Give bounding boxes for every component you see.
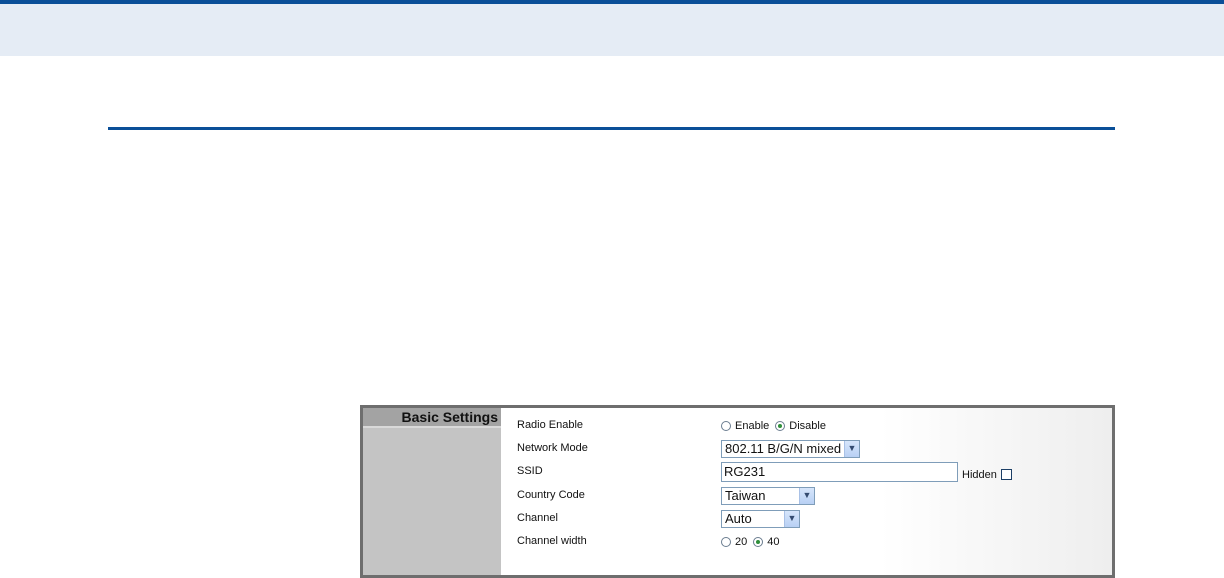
ssid-hidden-label: Hidden bbox=[962, 468, 997, 481]
top-banner bbox=[0, 0, 1224, 56]
panel-sidebar: Basic Settings bbox=[363, 408, 501, 575]
title-divider bbox=[108, 127, 1115, 130]
country-code-control: Taiwan ▼ bbox=[721, 484, 815, 507]
country-code-label: Country Code bbox=[517, 489, 585, 501]
network-mode-label: Network Mode bbox=[517, 442, 588, 454]
channel-width-control: 20 40 bbox=[721, 530, 786, 553]
ssid-hidden-checkbox[interactable] bbox=[1000, 469, 1012, 480]
section-title: Basic Settings bbox=[363, 408, 501, 428]
radio-enable-option-enable-label: Enable bbox=[735, 419, 770, 432]
network-mode-control: 802.11 B/G/N mixed ▼ bbox=[721, 437, 860, 460]
channel-select[interactable]: Auto ▼ bbox=[721, 509, 800, 528]
channel-width-label: Channel width bbox=[517, 535, 587, 547]
channel-width-option-20-label: 20 bbox=[735, 535, 748, 548]
radio-enable-control: Enable Disable bbox=[721, 414, 832, 437]
country-code-value: Taiwan bbox=[725, 488, 766, 503]
country-code-select[interactable]: Taiwan ▼ bbox=[721, 486, 815, 505]
radio-enable-option-disable[interactable] bbox=[775, 420, 786, 431]
radio-enable-option-enable[interactable] bbox=[721, 420, 731, 431]
channel-width-option-40-label: 40 bbox=[767, 535, 780, 548]
channel-value: Auto bbox=[725, 511, 752, 526]
chevron-down-icon[interactable]: ▼ bbox=[784, 510, 799, 527]
row-network-mode: Network Mode 802.11 B/G/N mixed ▼ bbox=[501, 437, 1112, 460]
radio-enable-option-disable-label: Disable bbox=[789, 419, 826, 432]
channel-label: Channel bbox=[517, 512, 558, 524]
radio-enable-label: Radio Enable bbox=[517, 419, 584, 431]
network-mode-select[interactable]: 802.11 B/G/N mixed ▼ bbox=[721, 439, 860, 458]
row-channel: Channel Auto ▼ bbox=[501, 507, 1112, 530]
ssid-input[interactable]: RG231 bbox=[721, 461, 958, 482]
channel-width-option-20[interactable] bbox=[721, 536, 731, 547]
network-mode-value: 802.11 B/G/N mixed bbox=[725, 441, 842, 456]
row-ssid: SSID RG231 Hidden bbox=[501, 460, 1112, 483]
settings-form: Radio Enable Enable Disable Network Mode… bbox=[501, 408, 1112, 575]
ssid-control: RG231 Hidden bbox=[721, 460, 1012, 483]
row-channel-width: Channel width 20 40 bbox=[501, 530, 1112, 553]
basic-settings-panel: Basic Settings Radio Enable Enable Disab… bbox=[360, 405, 1115, 578]
row-radio-enable: Radio Enable Enable Disable bbox=[501, 414, 1112, 437]
row-country-code: Country Code Taiwan ▼ bbox=[501, 484, 1112, 507]
ssid-label: SSID bbox=[517, 465, 543, 477]
chevron-down-icon[interactable]: ▼ bbox=[844, 440, 859, 457]
chevron-down-icon[interactable]: ▼ bbox=[799, 487, 814, 504]
channel-width-option-40[interactable] bbox=[753, 536, 764, 547]
channel-control: Auto ▼ bbox=[721, 507, 800, 530]
